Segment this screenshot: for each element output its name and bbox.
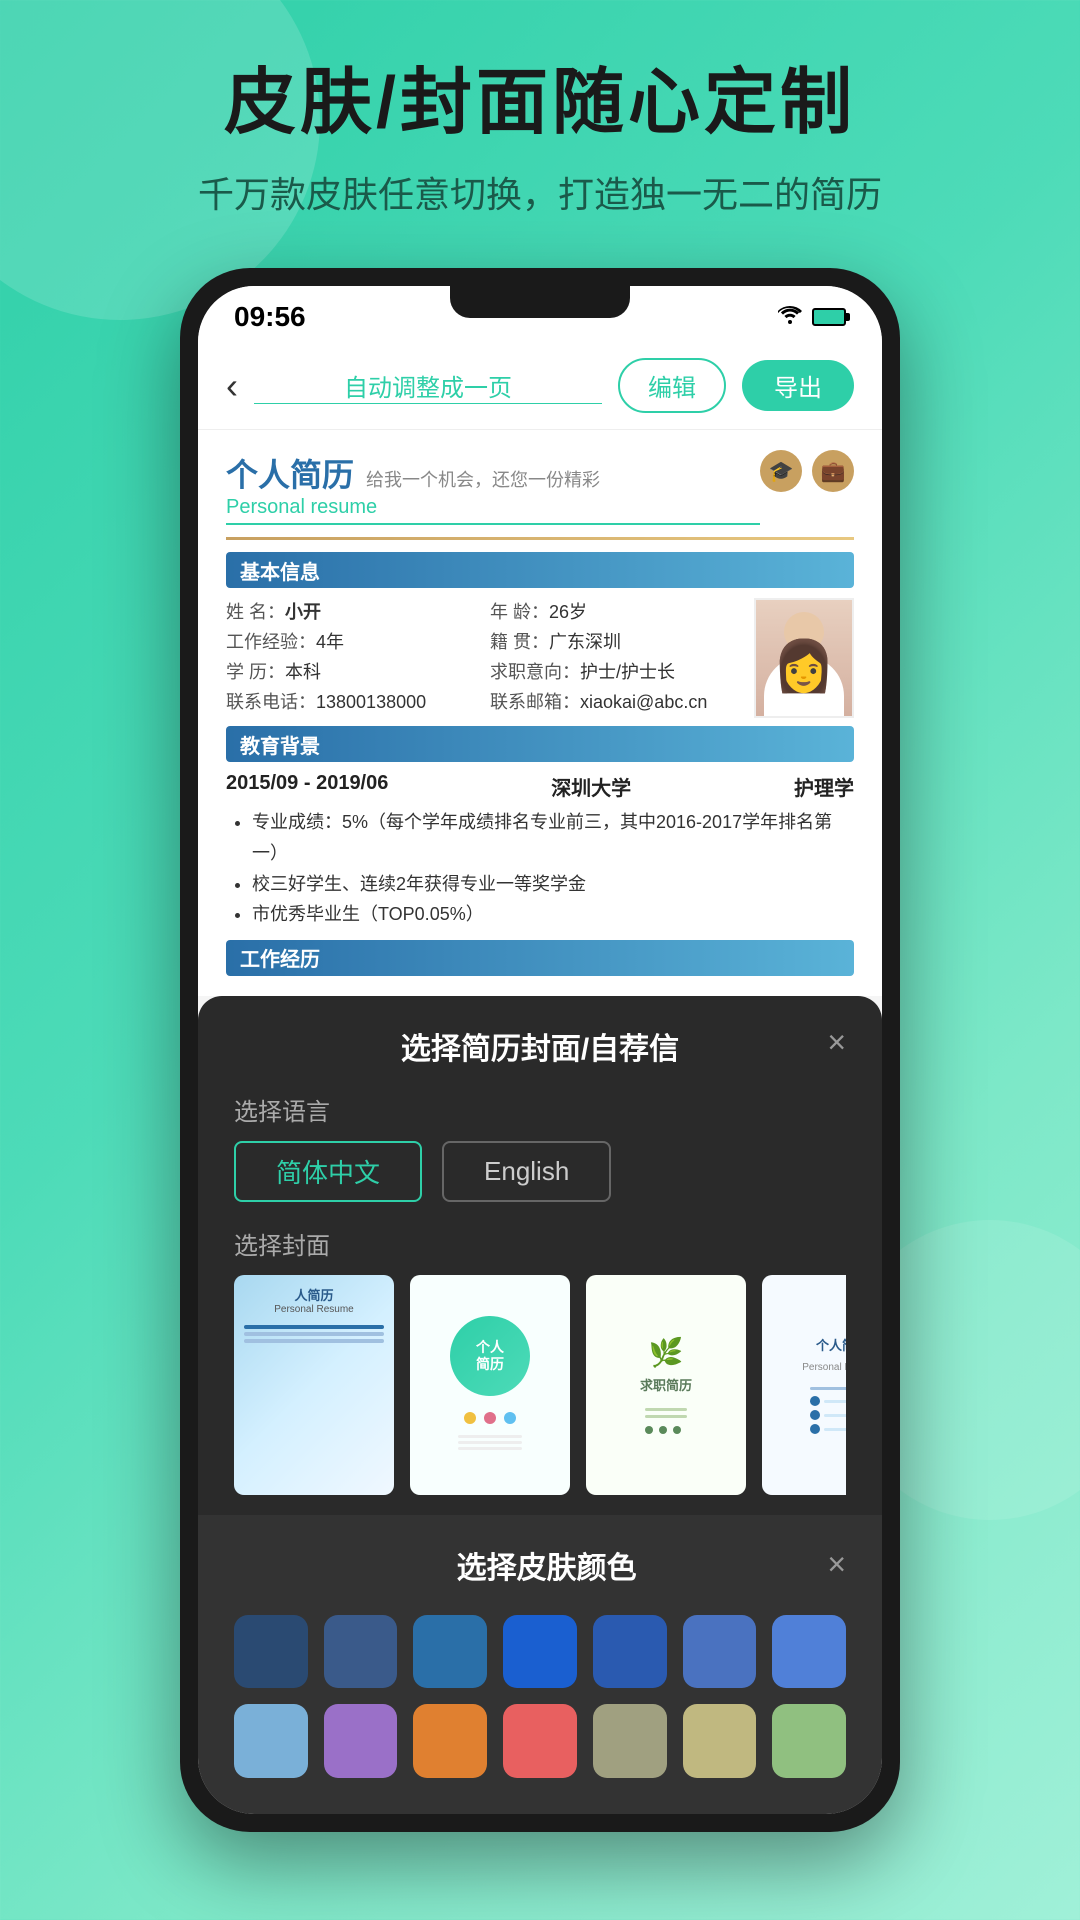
edu-bar: 教育背景 [226, 726, 854, 762]
edit-button[interactable]: 编辑 [618, 358, 726, 413]
work-bar: 工作经历 [226, 940, 854, 976]
color-swatch-13[interactable] [683, 1704, 757, 1778]
sub-title: 千万款皮肤任意切换，打造独一无二的简历 [0, 166, 1080, 218]
color-sheet-close[interactable]: × [827, 1546, 846, 1583]
resume-subtitle: Personal resume [226, 496, 760, 525]
cover-card-4[interactable]: 个人简历 Personal Resume [762, 1275, 846, 1495]
battery-icon [812, 308, 846, 326]
phone-mockup: 09:56 ‹ 自动调整成一页 编辑 导出 [180, 268, 900, 1832]
status-time: 09:56 [234, 301, 306, 333]
cover-card-2[interactable]: 个人简历 [410, 1275, 570, 1495]
resume-info-grid: 👩 姓 名：小开 年 龄：26岁 工作经验：4年 籍 贯：广东深圳 学 历：本科 [226, 598, 854, 714]
edu-major: 护理学 [794, 772, 854, 801]
app-header: ‹ 自动调整成一页 编辑 导出 [198, 342, 882, 430]
resume-tagline: 给我一个机会，还您一份精彩 [366, 466, 600, 492]
color-swatch-11[interactable] [503, 1704, 577, 1778]
color-swatch-5[interactable] [593, 1615, 667, 1689]
resume-icon-1: 🎓 [760, 450, 802, 492]
resume-main-title: 个人简历 [226, 450, 354, 496]
color-swatch-7[interactable] [772, 1615, 846, 1689]
color-swatch-8[interactable] [234, 1704, 308, 1778]
cover-sheet-close[interactable]: × [827, 1024, 846, 1061]
color-swatch-10[interactable] [413, 1704, 487, 1778]
edu-bullets: 专业成绩：5%（每个学年成绩排名专业前三，其中2016-2017学年排名第一） … [226, 807, 854, 929]
resume-icon-2: 💼 [812, 450, 854, 492]
color-swatch-6[interactable] [683, 1615, 757, 1689]
cover-card-3[interactable]: 🌿 求职简历 [586, 1275, 746, 1495]
color-swatch-2[interactable] [324, 1615, 398, 1689]
basic-info-bar: 基本信息 [226, 552, 854, 588]
cover-grid: 人简历 Personal Resume [234, 1275, 846, 1495]
lang-label: 选择语言 [234, 1092, 846, 1127]
edu-bullet-3: 市优秀毕业生（TOP0.05%） [252, 899, 854, 930]
edu-date: 2015/09 - 2019/06 [226, 772, 388, 801]
resume-photo: 👩 [754, 598, 854, 718]
cover-sheet-title: 选择简历封面/自荐信 [234, 1024, 846, 1068]
cover-label: 选择封面 [234, 1226, 846, 1261]
status-bar: 09:56 [198, 286, 882, 342]
export-button[interactable]: 导出 [742, 360, 854, 411]
cover-card-1[interactable]: 人简历 Personal Resume [234, 1275, 394, 1495]
color-swatch-9[interactable] [324, 1704, 398, 1778]
edu-bullet-2: 校三好学生、连续2年获得专业一等奖学金 [252, 869, 854, 900]
back-button[interactable]: ‹ [226, 365, 238, 407]
color-swatch-12[interactable] [593, 1704, 667, 1778]
lang-english-button[interactable]: English [442, 1141, 611, 1202]
edu-school: 深圳大学 [551, 772, 631, 801]
color-swatch-4[interactable] [503, 1615, 577, 1689]
auto-adjust-button[interactable]: 自动调整成一页 [254, 368, 602, 404]
color-swatch-1[interactable] [234, 1615, 308, 1689]
lang-buttons: 简体中文 English [234, 1141, 846, 1202]
color-grid [234, 1615, 846, 1778]
wifi-icon [778, 304, 802, 330]
cover-sheet: 选择简历封面/自荐信 × 选择语言 简体中文 English 选择封面 人简历 [198, 996, 882, 1515]
color-sheet-title: 选择皮肤颜色 [266, 1543, 827, 1587]
notch [450, 286, 630, 318]
color-swatch-14[interactable] [772, 1704, 846, 1778]
edu-bullet-1: 专业成绩：5%（每个学年成绩排名专业前三，其中2016-2017学年排名第一） [252, 807, 854, 868]
lang-chinese-button[interactable]: 简体中文 [234, 1141, 422, 1202]
resume-area: 个人简历 给我一个机会，还您一份精彩 Personal resume 🎓 💼 [198, 430, 882, 995]
edu-section: 2015/09 - 2019/06 深圳大学 护理学 专业成绩：5%（每个学年成… [226, 772, 854, 929]
main-title: 皮肤/封面随心定制 [0, 60, 1080, 146]
color-swatch-3[interactable] [413, 1615, 487, 1689]
color-sheet: 选择皮肤颜色 × [198, 1515, 882, 1814]
